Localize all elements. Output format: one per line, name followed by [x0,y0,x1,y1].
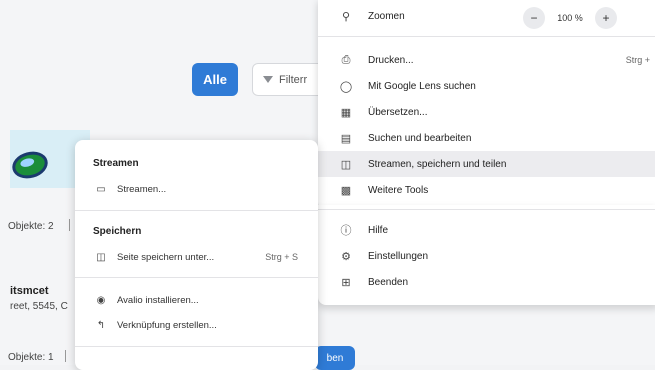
menu-item-exit[interactable]: ⊞ Beenden [318,269,655,295]
submenu-item-save-page[interactable]: ◫ Seite speichern unter... Strg + S [75,246,318,268]
menu-item-label: Suchen und bearbeiten [368,132,472,144]
browser-menu: ⚲ Zoomen − 100 % + ⎙ Drucken... Strg + ◯… [318,0,655,210]
submenu-separator [75,210,318,211]
zoom-in-button[interactable]: + [595,7,617,29]
printer-icon: ⎙ [341,53,351,66]
menu-item-shortcut: Strg + [625,55,650,65]
save-page-icon: ◫ [96,251,106,263]
submenu-item-label: Seite speichern unter... [117,251,215,263]
search-edit-icon: ▤ [340,132,352,145]
submenu-separator [75,277,318,278]
section-heading-stream: Streamen [93,158,139,169]
zoom-out-button[interactable]: − [523,7,545,29]
share-icon: ◫ [340,158,352,171]
browser-menu-lower: ⓘ Hilfe ⚙ Einstellungen ⊞ Beenden [318,205,655,305]
menu-item-label: Drucken... [368,54,414,66]
menu-item-google-lens[interactable]: ◯ Mit Google Lens suchen [318,73,655,99]
action-button[interactable]: ben [315,346,355,370]
funnel-icon [263,76,273,83]
menu-item-label: Übersetzen... [368,106,428,118]
menu-item-settings[interactable]: ⚙ Einstellungen [318,243,655,269]
submenu-separator [75,346,318,347]
exit-icon: ⊞ [341,276,351,289]
submenu-item-shortcut: Strg + S [265,252,298,262]
menu-item-stream-save-share[interactable]: ◫ Streamen, speichern und teilen [318,151,655,177]
menu-item-label: Streamen, speichern und teilen [368,158,507,170]
gear-icon: ⚙ [341,250,351,263]
card-title: itsmcet [10,285,49,297]
menu-item-translate[interactable]: ▦ Übersetzen... [318,99,655,125]
objects-count-1: Objekte: 2 [8,221,54,232]
submenu-item-label: Avalio installieren... [117,294,199,306]
cast-icon: ▭ [96,183,106,195]
filter-button-label: Filterr [279,73,308,86]
stream-save-share-submenu: Streamen ▭ Streamen... Speichern ◫ Seite… [75,140,318,370]
objects-count-2: Objekte: 1 [8,352,54,363]
translate-icon: ▦ [340,106,352,119]
menu-item-label: Hilfe [368,224,389,236]
menu-separator [318,36,655,37]
menu-item-print[interactable]: ⎙ Drucken... Strg + [318,47,655,73]
menu-item-label: Mit Google Lens suchen [368,80,476,92]
menu-item-label: Einstellungen [368,250,429,262]
zoom-value: 100 % [557,13,583,23]
submenu-item-install[interactable]: ◉ Avalio installieren... [75,289,318,311]
zoom-icon: ⚲ [341,10,351,23]
toolbox-icon: ▩ [340,184,352,197]
help-icon: ⓘ [340,225,352,237]
menu-item-label: Weitere Tools [368,184,429,196]
menu-item-label: Beenden [368,276,409,288]
zoom-label: Zoomen [368,10,405,22]
shortcut-icon: ↰ [96,319,106,331]
section-heading-save: Speichern [93,226,142,237]
submenu-item-label: Verknüpfung erstellen... [117,319,217,331]
menu-separator [318,209,655,210]
install-app-icon: ◉ [96,294,106,306]
divider [65,350,66,362]
submenu-item-stream[interactable]: ▭ Streamen... [75,178,318,200]
menu-item-zoom: ⚲ Zoomen − 100 % + [318,3,655,29]
submenu-item-create-shortcut[interactable]: ↰ Verknüpfung erstellen... [75,314,318,336]
card-address: reet, 5545, C [10,301,68,312]
menu-item-help[interactable]: ⓘ Hilfe [318,217,655,243]
divider [69,219,70,231]
google-lens-icon: ◯ [339,80,353,93]
submenu-item-label: Streamen... [117,183,167,195]
filter-all-button[interactable]: Alle [192,63,238,96]
menu-item-more-tools[interactable]: ▩ Weitere Tools [318,177,655,203]
menu-item-find-edit[interactable]: ▤ Suchen und bearbeiten [318,125,655,151]
